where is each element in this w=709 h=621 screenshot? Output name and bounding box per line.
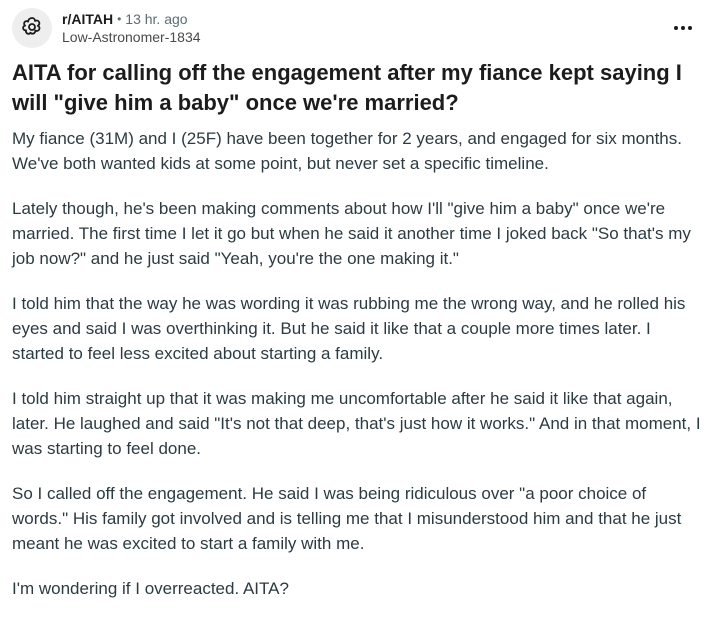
post-meta-top: r/AITAH • 13 hr. ago [62,10,201,28]
post-title[interactable]: AITA for calling off the engagement afte… [12,58,702,118]
post-body: My fiance (31M) and I (25F) have been to… [12,126,704,621]
post-time: 13 hr. ago [125,11,188,27]
post-paragraph: My fiance (31M) and I (25F) have been to… [12,129,682,173]
post-header: r/AITAH • 13 hr. ago Low-Astronomer-1834 [12,6,201,50]
subreddit-link[interactable]: r/AITAH [62,10,113,28]
more-options-button[interactable] [669,14,697,42]
meta-separator: • [117,12,122,26]
post-paragraph: I'm wondering if I overreacted. AITA? [12,579,289,598]
ellipsis-icon [674,26,692,30]
post-paragraph: So I called off the engagement. He said … [12,484,682,553]
post-meta: r/AITAH • 13 hr. ago Low-Astronomer-1834 [62,10,201,46]
subreddit-avatar[interactable] [12,8,52,48]
post-card: r/AITAH • 13 hr. ago Low-Astronomer-1834… [0,0,709,620]
author-link[interactable]: Low-Astronomer-1834 [62,28,201,46]
post-paragraph: Lately though, he's been making comments… [12,199,691,268]
post-paragraph: I told him that the way he was wording i… [12,294,686,363]
subreddit-icon [22,17,41,35]
post-paragraph: I told him straight up that it was makin… [12,389,701,458]
